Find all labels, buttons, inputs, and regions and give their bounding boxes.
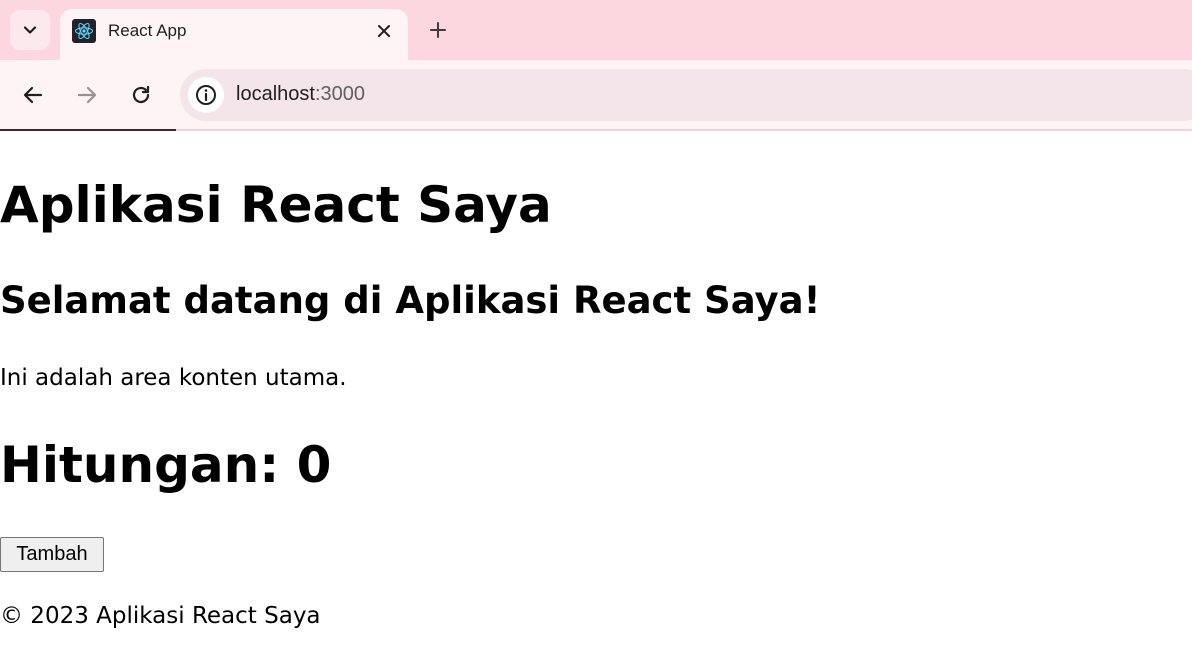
info-icon: [196, 85, 216, 105]
back-button[interactable]: [16, 78, 50, 112]
url-host: localhost: [236, 83, 315, 105]
chevron-down-icon: [23, 26, 37, 34]
tab-title: React App: [108, 21, 187, 40]
site-info-button[interactable]: [188, 77, 224, 113]
tab-close-button[interactable]: [372, 19, 396, 43]
reload-icon: [132, 85, 150, 104]
forward-button[interactable]: [70, 78, 104, 112]
plus-icon: [430, 22, 446, 38]
tab-react-app[interactable]: React App: [60, 9, 408, 60]
footer-text: © 2023 Aplikasi React Saya: [0, 603, 321, 629]
browser-toolbar: localhost:3000: [0, 60, 1192, 130]
tab-search-button[interactable]: [10, 10, 50, 50]
url-port: :3000: [314, 83, 365, 105]
welcome-heading: Selamat datang di Aplikasi React Saya!: [0, 279, 821, 322]
address-bar[interactable]: localhost:3000: [180, 69, 1192, 121]
page-content: Aplikasi React Saya Selamat datang di Ap…: [0, 131, 1192, 667]
arrow-right-icon: [77, 86, 97, 104]
close-icon: [378, 25, 390, 37]
counter-display: Hitungan: 0: [0, 436, 332, 494]
page-title: Aplikasi React Saya: [0, 176, 552, 234]
browser-chrome: React App localhost:3000: [0, 0, 1192, 131]
tab-strip: React App: [0, 0, 1192, 60]
main-content-text: Ini adalah area konten utama.: [0, 365, 347, 391]
react-logo-icon: [72, 19, 96, 43]
reload-button[interactable]: [124, 78, 158, 112]
add-button[interactable]: Tambah: [0, 537, 104, 572]
new-tab-button[interactable]: [424, 16, 452, 44]
url-text: localhost:3000: [236, 83, 365, 106]
arrow-left-icon: [23, 86, 43, 104]
